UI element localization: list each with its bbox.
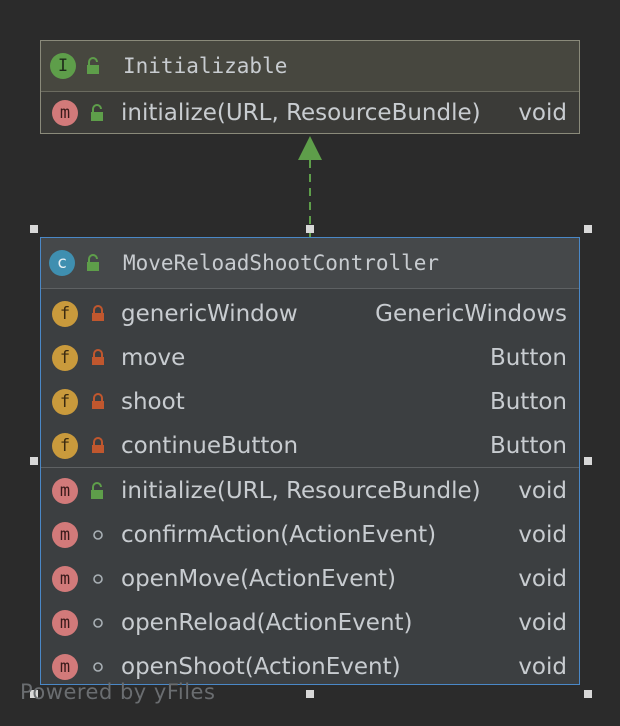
method-return-type: void (518, 478, 567, 504)
method-icon: m (52, 566, 78, 592)
private-lock-icon (92, 305, 104, 321)
package-visibility-icon (93, 662, 103, 672)
method-name: openReload(ActionEvent) (121, 610, 413, 636)
method-icon: m (52, 478, 78, 504)
class-node-movereloadshootcontroller[interactable]: c MoveReloadShootController f genericWin… (40, 237, 580, 685)
method-return-type: void (518, 522, 567, 548)
field-name: move (121, 345, 186, 371)
resize-handle-right[interactable] (584, 457, 592, 465)
public-lock-icon (87, 57, 99, 74)
field-row[interactable]: f move Button (41, 336, 579, 380)
method-row[interactable]: m confirmAction(ActionEvent) void (41, 513, 579, 557)
public-lock-icon (91, 104, 103, 121)
method-name: initialize(URL, ResourceBundle) (121, 478, 481, 504)
method-name: openShoot(ActionEvent) (121, 654, 401, 680)
method-row[interactable]: m initialize(URL, ResourceBundle) void (41, 469, 579, 513)
field-type: Button (489, 345, 567, 371)
interface-method-row[interactable]: m initialize(URL, ResourceBundle) void (41, 91, 579, 135)
implements-arrow (298, 136, 322, 238)
interface-name: Initializable (123, 54, 288, 78)
interface-icon: I (50, 53, 76, 79)
field-name: shoot (121, 389, 185, 415)
field-name: continueButton (121, 433, 299, 459)
private-lock-icon (92, 393, 104, 409)
field-row[interactable]: f genericWindow GenericWindows (41, 292, 579, 336)
method-name: confirmAction(ActionEvent) (121, 522, 437, 548)
resize-handle-bottom-right[interactable] (584, 690, 592, 698)
method-icon: m (52, 100, 78, 126)
interface-header: I Initializable (41, 41, 579, 92)
public-lock-icon (87, 254, 99, 271)
method-return-type: void (518, 566, 567, 592)
resize-handle-top[interactable] (306, 225, 314, 233)
interface-node-initializable[interactable]: I Initializable m initialize(URL, Resour… (40, 40, 580, 134)
package-visibility-icon (93, 618, 103, 628)
resize-handle-bottom[interactable] (306, 690, 314, 698)
section-divider (41, 467, 579, 468)
public-lock-icon (91, 482, 103, 499)
powered-by-watermark: Powered by yFiles (20, 680, 216, 704)
field-icon: f (52, 301, 78, 327)
field-type: GenericWindows (375, 301, 567, 327)
method-row[interactable]: m openReload(ActionEvent) void (41, 601, 579, 645)
resize-handle-left[interactable] (30, 457, 38, 465)
class-icon: c (49, 250, 75, 276)
field-row[interactable]: f shoot Button (41, 380, 579, 424)
method-return-type: void (518, 654, 567, 680)
method-return-type: void (518, 610, 567, 636)
resize-handle-top-left[interactable] (30, 225, 38, 233)
field-icon: f (52, 389, 78, 415)
field-icon: f (52, 345, 78, 371)
method-row[interactable]: m openMove(ActionEvent) void (41, 557, 579, 601)
method-return-type: void (518, 100, 567, 126)
resize-handle-top-right[interactable] (584, 225, 592, 233)
method-icon: m (52, 522, 78, 548)
method-icon: m (52, 610, 78, 636)
field-row[interactable]: f continueButton Button (41, 424, 579, 468)
method-name: openMove(ActionEvent) (121, 566, 396, 592)
field-icon: f (52, 433, 78, 459)
field-type: Button (489, 433, 567, 459)
method-icon: m (52, 654, 78, 680)
class-header: c MoveReloadShootController (41, 238, 579, 289)
package-visibility-icon (93, 530, 103, 540)
field-name: genericWindow (121, 301, 298, 327)
private-lock-icon (92, 349, 104, 365)
method-name: initialize(URL, ResourceBundle) (121, 100, 481, 126)
package-visibility-icon (93, 574, 103, 584)
private-lock-icon (92, 437, 104, 453)
class-name: MoveReloadShootController (123, 251, 440, 275)
field-type: Button (489, 389, 567, 415)
